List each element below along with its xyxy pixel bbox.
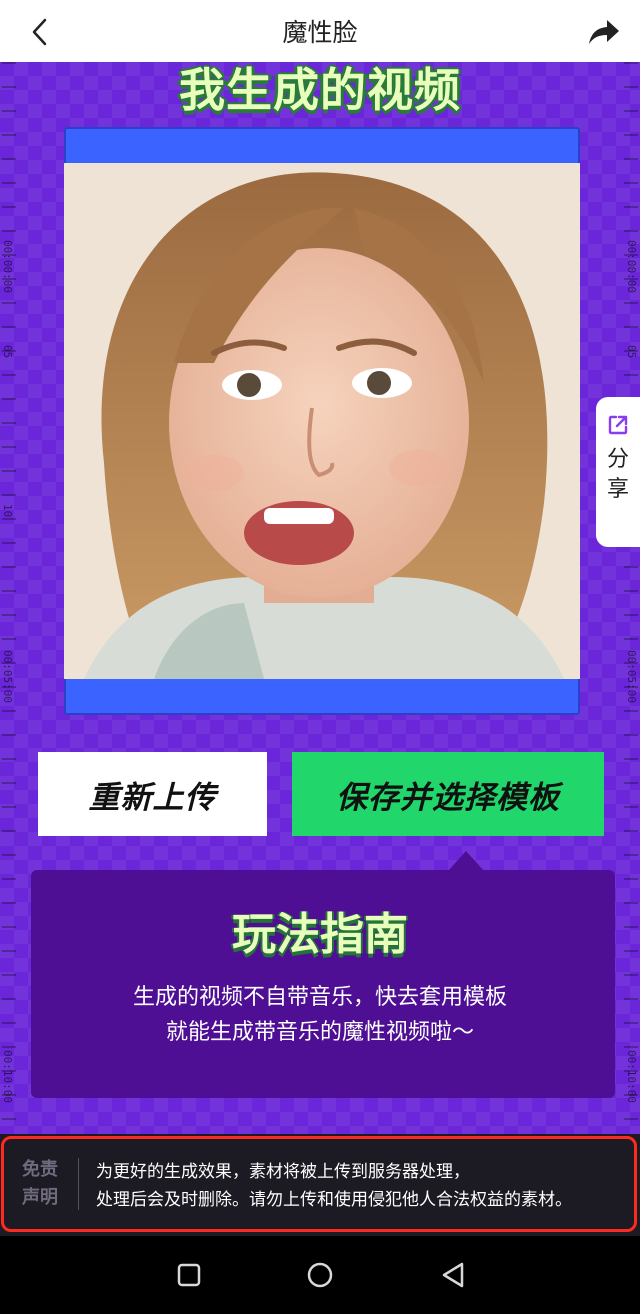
disclaimer-text-line-1: 为更好的生成效果，素材将被上传到服务器处理， [96,1162,470,1182]
square-icon [177,1263,201,1287]
back-button[interactable] [22,14,58,50]
save-and-choose-template-button[interactable]: 保存并选择模板 [292,752,604,836]
share-arrow-icon [589,20,619,44]
ruler-label: 00:00:00 [1,240,14,293]
video-preview[interactable] [64,163,580,679]
timeline-ruler-right [624,62,638,1134]
home-button[interactable] [299,1254,341,1296]
top-bar: 魔性脸 [0,0,640,62]
system-navigation-bar [0,1236,640,1314]
system-back-button[interactable] [432,1254,474,1296]
timeline-ruler-left [2,62,16,1134]
external-link-icon [608,415,628,435]
recents-button[interactable] [168,1254,210,1296]
reupload-button[interactable]: 重新上传 [38,752,267,836]
guide-pointer [448,851,484,871]
triangle-back-icon [442,1262,464,1288]
ruler-label: 00:10:00 [1,1050,14,1103]
ruler-label: 00:10:00 [625,1050,638,1103]
guide-text-line-2: 就能生成带音乐的魔性视频啦～ [165,1020,474,1045]
disclaimer-label-line-1: 免责 [22,1159,58,1180]
section-heading: 我生成的视频 [179,63,461,117]
share-side-tab[interactable]: 分 享 [596,397,640,547]
ruler-label: 00:05:00 [625,650,638,703]
share-button[interactable] [584,12,624,52]
share-tab-label-2: 享 [606,477,629,502]
video-frame [64,127,580,715]
ruler-label: 10 [1,504,14,518]
share-tab-label-1: 分 [606,447,629,472]
guide-text-line-1: 生成的视频不自带音乐，快去套用模板 [132,985,507,1010]
disclaimer-divider [78,1158,79,1210]
main-content: 00:00:00 05 10 00:05:00 00:10:00 00:00:0… [0,62,640,1134]
ruler-label: 05 [1,345,14,359]
circle-icon [307,1262,333,1288]
page-title: 魔性脸 [282,18,358,47]
disclaimer-label-line-2: 声明 [22,1187,58,1208]
disclaimer-text-line-2: 处理后会及时删除。请勿上传和使用侵犯他人合法权益的素材。 [96,1190,572,1210]
ruler-label: 00:00:00 [625,240,638,293]
chevron-left-icon [32,18,47,46]
guide-title: 玩法指南 [232,909,408,960]
ruler-label: 00:05:00 [1,650,14,703]
disclaimer-label: 免责 声明 [16,1156,64,1212]
ruler-label: 05 [625,345,638,359]
face-image [64,163,580,679]
